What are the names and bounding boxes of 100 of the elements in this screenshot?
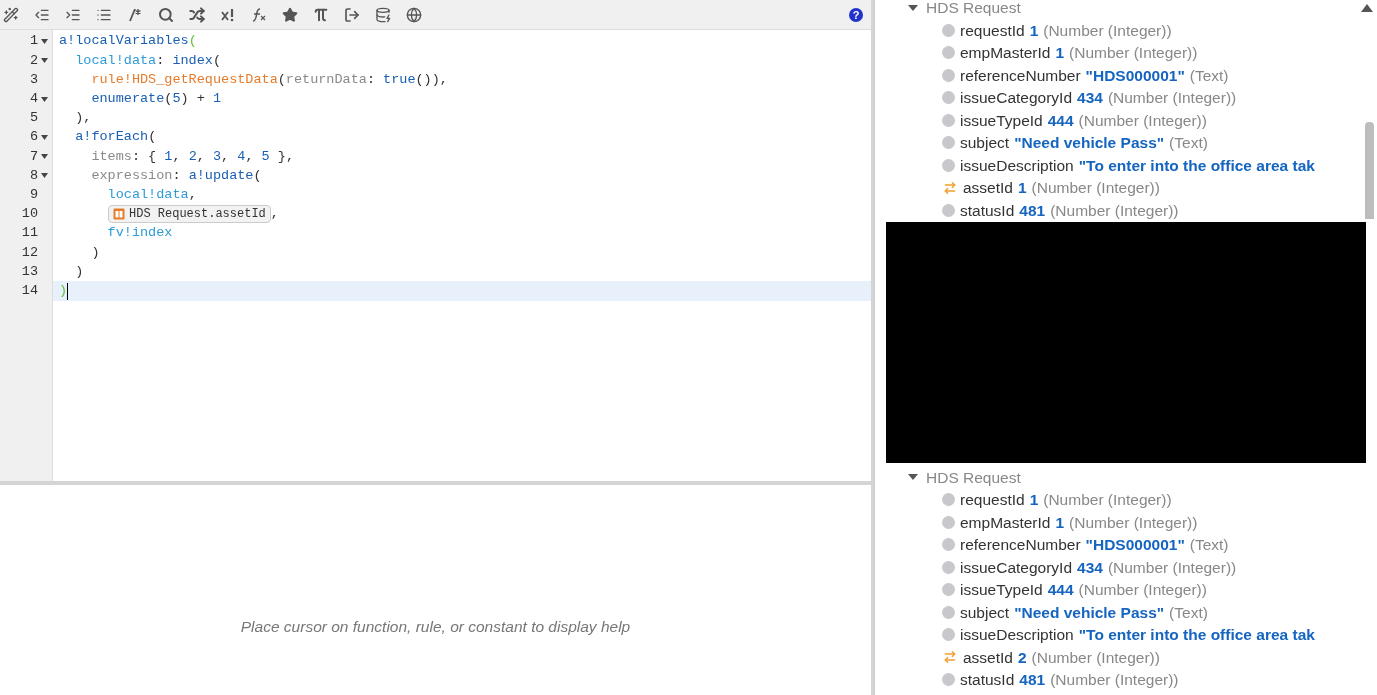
- field-name: issueDescription: [960, 155, 1074, 176]
- code-token: ,: [270, 205, 279, 224]
- collapse-caret-icon[interactable]: [908, 4, 918, 12]
- field-type: (Text): [1169, 133, 1208, 154]
- line-number: 5: [29, 109, 38, 128]
- line-number: 12: [21, 243, 38, 262]
- field-type: (Number (Integer)): [1107, 88, 1237, 109]
- star-icon[interactable]: [282, 6, 298, 23]
- code-token: a!forEach: [74, 128, 149, 147]
- field-name: issueTypeId: [960, 580, 1043, 601]
- line-number: 14: [21, 281, 38, 300]
- field-value: 1: [1055, 512, 1065, 533]
- group-title: HDS Request: [926, 467, 1021, 488]
- code-token: a!localVariables: [59, 32, 189, 51]
- code-token: :: [366, 70, 376, 89]
- help-message: Place cursor on function, rule, or constant to display help: [240, 616, 631, 637]
- fold-caret-icon[interactable]: [41, 154, 48, 160]
- fold-caret-icon[interactable]: [41, 135, 48, 141]
- function-icon[interactable]: [251, 6, 267, 23]
- field-value: "Need vehicle Pass": [1014, 133, 1165, 154]
- group-title: HDS Request: [926, 0, 1021, 19]
- code-token: 3: [212, 147, 222, 166]
- field-type: (Number (Integer)): [1031, 178, 1160, 199]
- field-value: 444: [1047, 110, 1074, 131]
- field-type: (Text): [1169, 602, 1208, 623]
- field-name: referenceNumber: [960, 535, 1081, 556]
- field-type: (Text): [1189, 65, 1229, 86]
- comment-slash-icon[interactable]: [127, 6, 143, 23]
- field-name: assetId: [963, 178, 1013, 199]
- field-type: (Number (Integer)): [1107, 557, 1237, 578]
- field-type: (Number (Integer)): [1050, 200, 1179, 221]
- help-button[interactable]: ?: [849, 7, 863, 22]
- code-token: 4: [237, 147, 246, 166]
- field-value: 1: [1055, 43, 1065, 64]
- fold-caret-icon[interactable]: [41, 58, 48, 64]
- field-value: 434: [1077, 557, 1103, 578]
- fold-caret-icon[interactable]: [41, 39, 48, 45]
- collapse-caret-icon[interactable]: [908, 474, 918, 481]
- code-token: ): [90, 243, 100, 262]
- magic-wand-icon[interactable]: [3, 6, 19, 23]
- code-token: 5: [172, 90, 181, 109]
- fold-caret-icon[interactable]: [41, 96, 48, 102]
- field-type: (Number (Integer)): [1050, 670, 1179, 691]
- code-token: fv!index: [106, 224, 173, 243]
- code-token: index: [172, 51, 213, 70]
- code-token: ,: [245, 147, 255, 166]
- field-value: "HDS000001": [1085, 535, 1185, 556]
- field-reference-chip[interactable]: HDS Request.assetId: [108, 205, 271, 224]
- line-number: 4: [29, 90, 38, 109]
- field-value: 444: [1047, 580, 1074, 601]
- field-type: (Text): [1189, 535, 1229, 556]
- code-token: a!update: [188, 166, 254, 185]
- line-number: 13: [21, 262, 38, 281]
- code-token: ,: [221, 147, 231, 166]
- code-token: (: [164, 90, 173, 109]
- database-icon[interactable]: [375, 6, 391, 23]
- shuffle-icon[interactable]: [189, 6, 205, 23]
- scroll-up-icon[interactable]: [1361, 3, 1373, 12]
- variable-exclaim-icon[interactable]: [220, 6, 236, 23]
- field-type: (Number (Integer)): [1069, 43, 1198, 64]
- code-token: ()),: [415, 70, 448, 89]
- field-value: 434: [1077, 88, 1103, 109]
- code-token: ) +: [180, 90, 206, 109]
- code-token: ),: [74, 109, 92, 128]
- fold-caret-icon[interactable]: [41, 173, 48, 179]
- code-token: ,: [172, 147, 182, 166]
- line-number: 6: [29, 128, 38, 147]
- code-token: :: [156, 51, 166, 70]
- pi-icon[interactable]: [313, 6, 329, 23]
- field-value: 2: [1018, 647, 1027, 668]
- field-value: 481: [1019, 200, 1046, 221]
- export-icon[interactable]: [344, 6, 360, 23]
- field-value: 1: [1029, 20, 1039, 41]
- code-token: (: [253, 166, 262, 185]
- line-number: 3: [29, 70, 38, 89]
- code-token: 1: [164, 147, 173, 166]
- field-name: subject: [960, 133, 1010, 154]
- field-name: statusId: [960, 670, 1015, 691]
- field-name: subject: [960, 602, 1010, 623]
- field-name: requestId: [960, 490, 1025, 511]
- field-type: (Number (Integer)): [1078, 110, 1207, 131]
- scrollbar-thumb[interactable]: [1365, 122, 1374, 219]
- field-value: 1: [1029, 490, 1039, 511]
- code-token: items: [90, 147, 132, 166]
- code-token: :: [172, 166, 182, 185]
- code-token: local!data: [106, 185, 189, 204]
- code-token: 1: [212, 90, 222, 109]
- code-token: expression: [90, 166, 173, 185]
- code-token: : {: [131, 147, 158, 166]
- field-name: issueCategoryId: [960, 557, 1072, 578]
- code-token: ,: [196, 147, 206, 166]
- search-icon[interactable]: [158, 6, 174, 23]
- field-value: "Need vehicle Pass": [1014, 602, 1165, 623]
- line-number: 1: [29, 32, 38, 51]
- code-token: true: [383, 70, 416, 89]
- code-token: (: [148, 128, 157, 147]
- code-token: local!data: [74, 51, 157, 70]
- globe-icon[interactable]: [406, 6, 422, 23]
- field-value: "To enter into the office area tak: [1078, 625, 1315, 646]
- code-token: ): [74, 262, 84, 281]
